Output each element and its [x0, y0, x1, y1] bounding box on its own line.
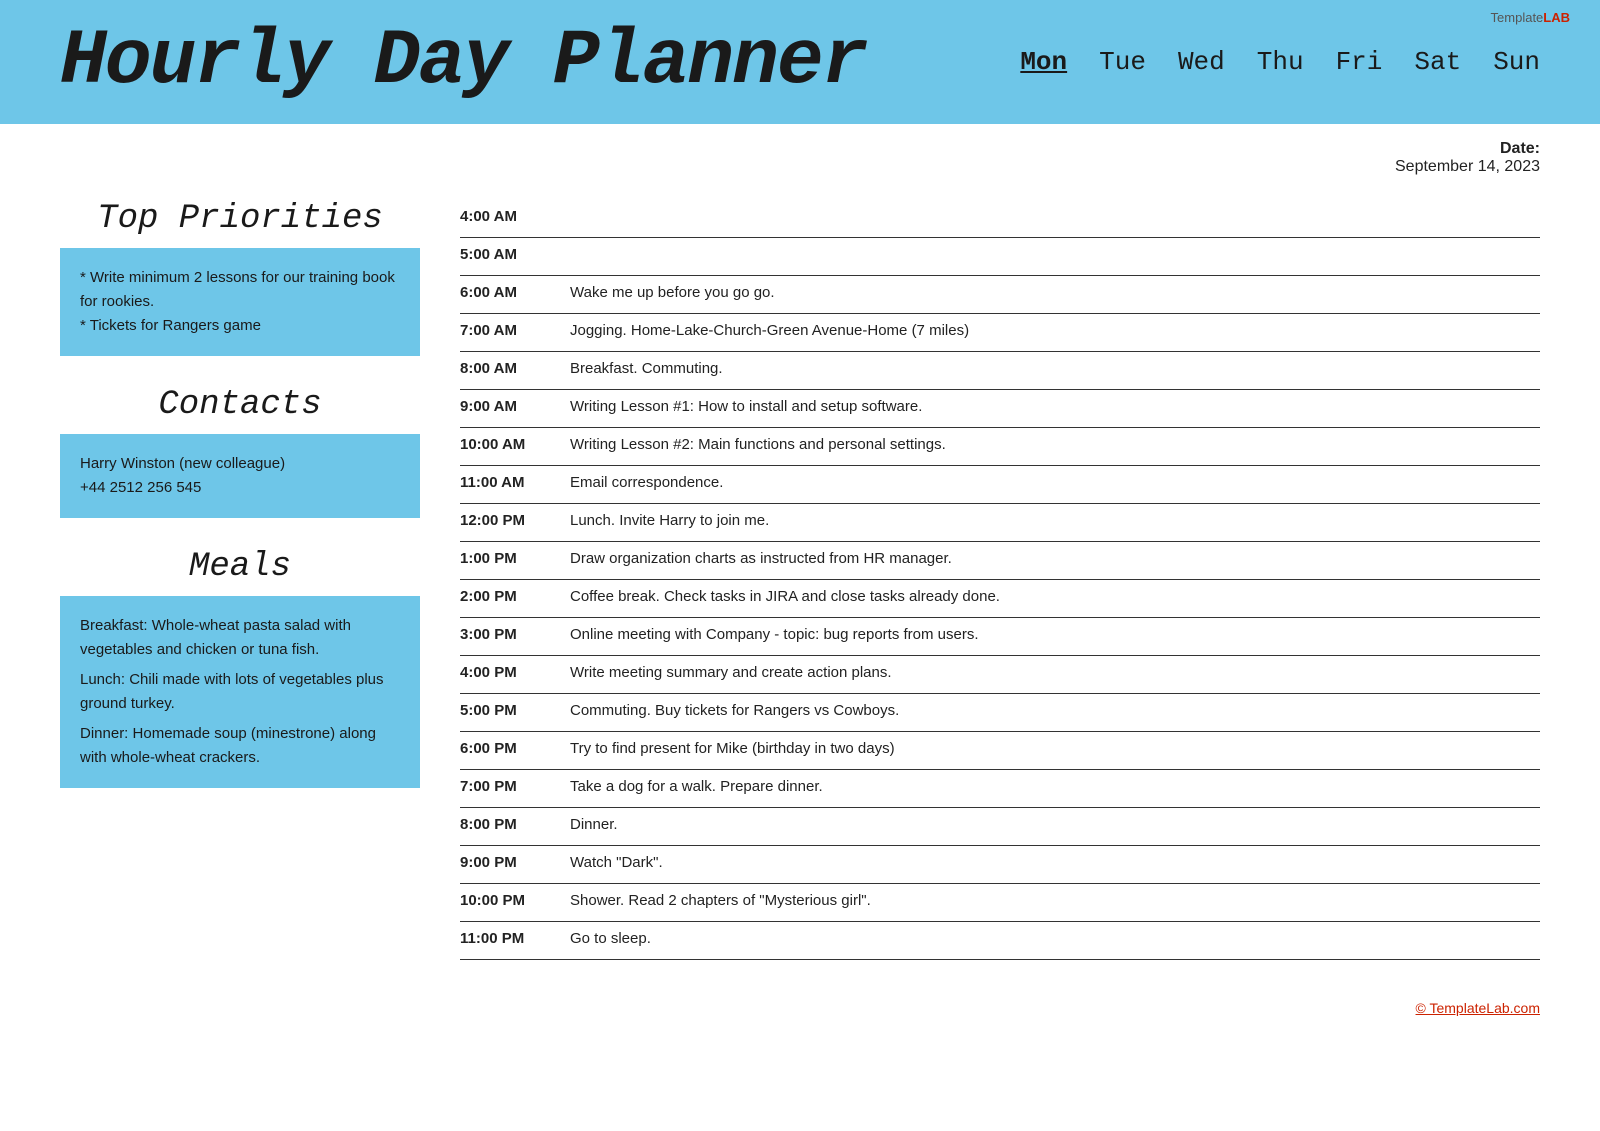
- event-cell[interactable]: Wake me up before you go go.: [570, 282, 1540, 301]
- event-cell[interactable]: Write meeting summary and create action …: [570, 662, 1540, 681]
- schedule-row: 9:00 PMWatch "Dark".: [460, 846, 1540, 884]
- time-cell: 8:00 AM: [460, 358, 570, 377]
- schedule-row: 4:00 AM: [460, 200, 1540, 238]
- header: Hourly Day Planner Mon Tue Wed Thu Fri S…: [0, 0, 1600, 124]
- contact-phone: +44 2512 256 545: [80, 476, 400, 500]
- schedule-row: 6:00 AMWake me up before you go go.: [460, 276, 1540, 314]
- priorities-heading: Top Priorities: [60, 200, 420, 238]
- branding-lab: LAB: [1543, 10, 1570, 25]
- day-wed[interactable]: Wed: [1178, 47, 1225, 77]
- event-cell[interactable]: Email correspondence.: [570, 472, 1540, 491]
- event-cell[interactable]: Writing Lesson #1: How to install and se…: [570, 396, 1540, 415]
- time-cell: 9:00 PM: [460, 852, 570, 871]
- schedule-row: 7:00 PMTake a dog for a walk. Prepare di…: [460, 770, 1540, 808]
- time-cell: 4:00 PM: [460, 662, 570, 681]
- footer-link[interactable]: © TemplateLab.com: [1416, 1000, 1540, 1016]
- event-cell[interactable]: Lunch. Invite Harry to join me.: [570, 510, 1540, 529]
- priority-item-1: * Write minimum 2 lessons for our traini…: [80, 266, 400, 314]
- schedule-row: 10:00 PMShower. Read 2 chapters of "Myst…: [460, 884, 1540, 922]
- schedule-row: 8:00 AMBreakfast. Commuting.: [460, 352, 1540, 390]
- branding-template: Template: [1491, 10, 1544, 25]
- time-cell: 5:00 PM: [460, 700, 570, 719]
- time-cell: 2:00 PM: [460, 586, 570, 605]
- schedule-row: 4:00 PMWrite meeting summary and create …: [460, 656, 1540, 694]
- event-cell[interactable]: Watch "Dark".: [570, 852, 1540, 871]
- event-cell[interactable]: Dinner.: [570, 814, 1540, 833]
- schedule-row: 5:00 AM: [460, 238, 1540, 276]
- time-cell: 4:00 AM: [460, 206, 570, 225]
- branding: TemplateLAB: [1491, 10, 1570, 25]
- event-cell[interactable]: Jogging. Home-Lake-Church-Green Avenue-H…: [570, 320, 1540, 339]
- day-tue[interactable]: Tue: [1099, 47, 1146, 77]
- day-sat[interactable]: Sat: [1414, 47, 1461, 77]
- schedule-row: 7:00 AMJogging. Home-Lake-Church-Green A…: [460, 314, 1540, 352]
- schedule-row: 2:00 PMCoffee break. Check tasks in JIRA…: [460, 580, 1540, 618]
- page-title: Hourly Day Planner: [60, 18, 867, 106]
- day-thu[interactable]: Thu: [1257, 47, 1304, 77]
- schedule-row: 10:00 AMWriting Lesson #2: Main function…: [460, 428, 1540, 466]
- schedule-row: 11:00 PMGo to sleep.: [460, 922, 1540, 960]
- date-label: Date:: [1500, 140, 1540, 157]
- schedule-row: 1:00 PMDraw organization charts as instr…: [460, 542, 1540, 580]
- time-cell: 3:00 PM: [460, 624, 570, 643]
- main-content: Top Priorities * Write minimum 2 lessons…: [0, 180, 1600, 990]
- event-cell[interactable]: Breakfast. Commuting.: [570, 358, 1540, 377]
- schedule-row: 9:00 AMWriting Lesson #1: How to install…: [460, 390, 1540, 428]
- schedule-row: 8:00 PMDinner.: [460, 808, 1540, 846]
- contacts-section: Contacts Harry Winston (new colleague) +…: [60, 386, 420, 518]
- meal-lunch: Lunch: Chili made with lots of vegetable…: [80, 668, 400, 716]
- day-sun[interactable]: Sun: [1493, 47, 1540, 77]
- date-value: September 14, 2023: [1395, 158, 1540, 175]
- time-cell: 7:00 PM: [460, 776, 570, 795]
- meal-dinner: Dinner: Homemade soup (minestrone) along…: [80, 722, 400, 770]
- priorities-box: * Write minimum 2 lessons for our traini…: [60, 248, 420, 356]
- contact-name: Harry Winston (new colleague): [80, 452, 400, 476]
- sidebar: Top Priorities * Write minimum 2 lessons…: [60, 200, 420, 960]
- event-cell[interactable]: Writing Lesson #2: Main functions and pe…: [570, 434, 1540, 453]
- day-navigation: Mon Tue Wed Thu Fri Sat Sun: [1020, 47, 1540, 77]
- contacts-box: Harry Winston (new colleague) +44 2512 2…: [60, 434, 420, 518]
- time-cell: 6:00 PM: [460, 738, 570, 757]
- schedule-row: 5:00 PMCommuting. Buy tickets for Ranger…: [460, 694, 1540, 732]
- event-cell[interactable]: Commuting. Buy tickets for Rangers vs Co…: [570, 700, 1540, 719]
- time-cell: 12:00 PM: [460, 510, 570, 529]
- day-mon[interactable]: Mon: [1020, 47, 1067, 77]
- event-cell[interactable]: Go to sleep.: [570, 928, 1540, 947]
- meal-breakfast: Breakfast: Whole-wheat pasta salad with …: [80, 614, 400, 662]
- meals-heading: Meals: [60, 548, 420, 586]
- event-cell[interactable]: Online meeting with Company - topic: bug…: [570, 624, 1540, 643]
- time-cell: 11:00 PM: [460, 928, 570, 947]
- event-cell[interactable]: Coffee break. Check tasks in JIRA and cl…: [570, 586, 1540, 605]
- event-cell[interactable]: Try to find present for Mike (birthday i…: [570, 738, 1540, 757]
- time-cell: 11:00 AM: [460, 472, 570, 491]
- priority-item-2: * Tickets for Rangers game: [80, 314, 400, 338]
- day-fri[interactable]: Fri: [1336, 47, 1383, 77]
- schedule-row: 12:00 PMLunch. Invite Harry to join me.: [460, 504, 1540, 542]
- meals-box: Breakfast: Whole-wheat pasta salad with …: [60, 596, 420, 788]
- time-cell: 7:00 AM: [460, 320, 570, 339]
- event-cell[interactable]: Shower. Read 2 chapters of "Mysterious g…: [570, 890, 1540, 909]
- time-cell: 1:00 PM: [460, 548, 570, 567]
- time-cell: 8:00 PM: [460, 814, 570, 833]
- time-cell: 6:00 AM: [460, 282, 570, 301]
- time-cell: 9:00 AM: [460, 396, 570, 415]
- schedule-row: 3:00 PMOnline meeting with Company - top…: [460, 618, 1540, 656]
- priorities-section: Top Priorities * Write minimum 2 lessons…: [60, 200, 420, 356]
- event-cell[interactable]: Draw organization charts as instructed f…: [570, 548, 1540, 567]
- schedule: 4:00 AM 5:00 AM 6:00 AMWake me up before y…: [460, 200, 1540, 960]
- time-cell: 10:00 AM: [460, 434, 570, 453]
- time-cell: 5:00 AM: [460, 244, 570, 263]
- event-cell[interactable]: [570, 244, 1540, 246]
- date-section: Date: September 14, 2023: [0, 124, 1600, 180]
- time-cell: 10:00 PM: [460, 890, 570, 909]
- event-cell[interactable]: Take a dog for a walk. Prepare dinner.: [570, 776, 1540, 795]
- schedule-row: 6:00 PMTry to find present for Mike (bir…: [460, 732, 1540, 770]
- schedule-row: 11:00 AMEmail correspondence.: [460, 466, 1540, 504]
- contacts-heading: Contacts: [60, 386, 420, 424]
- meals-section: Meals Breakfast: Whole-wheat pasta salad…: [60, 548, 420, 788]
- event-cell[interactable]: [570, 206, 1540, 208]
- footer: © TemplateLab.com: [0, 990, 1600, 1036]
